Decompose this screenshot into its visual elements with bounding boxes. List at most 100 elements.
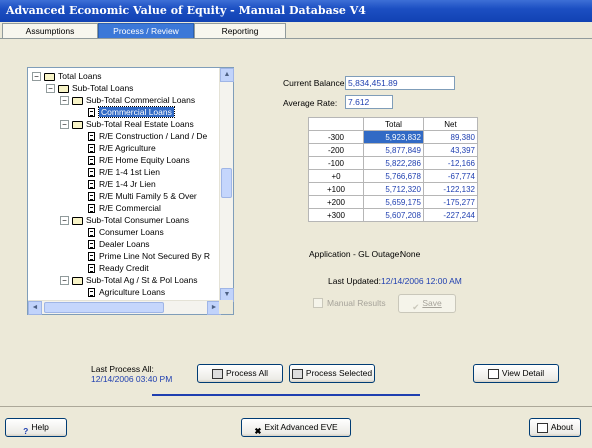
grid-row[interactable]: -100 5,822,286 -12,166: [308, 156, 479, 170]
grid-row-header[interactable]: +200: [308, 195, 364, 209]
gl-outage-label: Application - GL Outage:: [309, 249, 402, 259]
grid-row[interactable]: +300 5,607,208 -227,244: [308, 208, 479, 222]
tree-node-label: R/E 1-4 Jr Lien: [99, 179, 156, 189]
tree-node[interactable]: R/E Construction / Land / De: [88, 130, 207, 142]
process-all-button[interactable]: Process All: [197, 364, 283, 383]
window-title: Advanced Economic Value of Equity - Manu…: [0, 0, 592, 22]
grid-cell-net[interactable]: -175,277: [422, 195, 479, 209]
tree-node[interactable]: − Sub-Total Consumer Loans: [60, 214, 189, 226]
grid-row[interactable]: -200 5,877,849 43,397: [308, 143, 479, 157]
tree-node[interactable]: Agriculture Loans: [88, 286, 165, 298]
info-icon: [536, 422, 548, 433]
tree-node[interactable]: − Sub-Total Commercial Loans: [60, 94, 195, 106]
tree-node[interactable]: R/E 1-4 1st Lien: [88, 166, 160, 178]
tree-node[interactable]: R/E Multi Family 5 & Over: [88, 190, 197, 202]
grid-cell-total[interactable]: 5,659,175: [363, 195, 424, 209]
grid-row-header[interactable]: +100: [308, 182, 364, 196]
collapse-icon[interactable]: −: [60, 216, 69, 226]
collapse-icon[interactable]: −: [60, 276, 69, 286]
grid-row-header[interactable]: -100: [308, 156, 364, 170]
tree-node[interactable]: − Sub-Total Real Estate Loans: [60, 118, 194, 130]
average-rate-field[interactable]: 7.612: [345, 95, 393, 109]
grid-cell-net[interactable]: -12,166: [422, 156, 479, 170]
grid-row-header[interactable]: +0: [308, 169, 364, 183]
grid-row-header[interactable]: +300: [308, 208, 364, 222]
grid-cell-total[interactable]: 5,877,849: [363, 143, 424, 157]
grid-cell-total[interactable]: 5,923,832: [363, 130, 424, 144]
calculator-icon: [211, 368, 223, 379]
document-icon: [88, 240, 95, 250]
last-process-label: Last Process All:: [91, 364, 154, 374]
document-icon: [88, 156, 95, 166]
grid-cell-net[interactable]: -67,774: [422, 169, 479, 183]
tree-node[interactable]: Ready Credit: [88, 262, 149, 274]
tree-node[interactable]: Commercial Loans: [88, 106, 175, 118]
calculator-icon: [291, 368, 303, 379]
tree-node-label: R/E Construction / Land / De: [99, 131, 208, 141]
grid-cell-total[interactable]: 5,607,208: [363, 208, 424, 222]
about-button[interactable]: About: [529, 418, 581, 437]
loan-tree-view[interactable]: − Total Loans − Sub-Total Loans − Sub-Total C…: [27, 67, 234, 315]
tree-node-label: Commercial Loans: [98, 106, 175, 118]
grid-row[interactable]: +100 5,712,320 -122,132: [308, 182, 479, 196]
tree-horizontal-scrollbar[interactable]: ◄ ►: [28, 300, 221, 315]
tree-node[interactable]: Dealer Loans: [88, 238, 150, 250]
tree-node[interactable]: Prime Line Not Secured By R: [88, 250, 210, 262]
document-icon: [88, 132, 95, 142]
scroll-up-icon[interactable]: ▲: [220, 68, 234, 82]
exit-label: Exit Advanced EVE: [264, 422, 338, 432]
collapse-icon[interactable]: −: [46, 84, 55, 94]
grid-row[interactable]: +0 5,766,678 -67,774: [308, 169, 479, 183]
tree-node-label: Sub-Total Real Estate Loans: [86, 119, 194, 129]
collapse-icon[interactable]: −: [60, 96, 69, 106]
tree-node[interactable]: R/E Commercial: [88, 202, 161, 214]
tree-node[interactable]: R/E 1-4 Jr Lien: [88, 178, 156, 190]
document-icon: [88, 252, 95, 262]
collapse-icon[interactable]: −: [60, 120, 69, 130]
tree-node[interactable]: R/E Home Equity Loans: [88, 154, 190, 166]
vertical-scroll-thumb[interactable]: [221, 168, 232, 198]
grid-row[interactable]: -300 5,923,832 89,380: [308, 130, 479, 144]
tab-reporting[interactable]: Reporting: [194, 23, 286, 39]
grid-cell-total[interactable]: 5,712,320: [363, 182, 424, 196]
tree-vertical-scrollbar[interactable]: ▲ ▼: [219, 68, 234, 302]
rate-shock-grid[interactable]: Total Net -300 5,923,832 89,380 -200 5,877,8…: [308, 117, 479, 222]
tree-node[interactable]: − Total Loans: [32, 70, 101, 82]
scroll-corner: [219, 300, 233, 314]
grid-cell-total[interactable]: 5,822,286: [363, 156, 424, 170]
grid-cell-total[interactable]: 5,766,678: [363, 169, 424, 183]
scroll-left-icon[interactable]: ◄: [28, 301, 42, 315]
horizontal-scroll-thumb[interactable]: [44, 302, 164, 313]
grid-row-header[interactable]: -200: [308, 143, 364, 157]
exit-button[interactable]: ✖ Exit Advanced EVE: [241, 418, 351, 437]
folder-icon: [72, 276, 83, 285]
grid-cell-net[interactable]: -227,244: [422, 208, 479, 222]
process-selected-label: Process Selected: [305, 368, 373, 378]
tree-node[interactable]: Consumer Loans: [88, 226, 164, 238]
grid-row[interactable]: +200 5,659,175 -175,277: [308, 195, 479, 209]
tree-node-label: Sub-Total Commercial Loans: [86, 95, 196, 105]
tab-assumptions[interactable]: Assumptions: [2, 23, 98, 39]
folder-icon: [58, 84, 69, 93]
collapse-icon[interactable]: −: [32, 72, 41, 82]
help-button[interactable]: ? Help: [5, 418, 67, 437]
grid-cell-net[interactable]: -122,132: [422, 182, 479, 196]
view-detail-button[interactable]: View Detail: [473, 364, 559, 383]
tree-node[interactable]: − Sub-Total Ag / St & Pol Loans: [60, 274, 198, 286]
current-balance-field[interactable]: 5,834,451.89: [345, 76, 455, 90]
tree-node-label: R/E Home Equity Loans: [99, 155, 190, 165]
save-button[interactable]: ✔ Save: [398, 294, 456, 313]
folder-icon: [44, 72, 55, 81]
tree-node[interactable]: R/E Agriculture: [88, 142, 156, 154]
process-selected-button[interactable]: Process Selected: [289, 364, 375, 383]
tab-bar: Assumptions Process / Review Reporting: [0, 23, 592, 39]
manual-results-checkbox[interactable]: [313, 298, 323, 308]
tree-node[interactable]: − Sub-Total Loans: [46, 82, 133, 94]
grid-row-header[interactable]: -300: [308, 130, 364, 144]
grid-cell-net[interactable]: 43,397: [422, 143, 479, 157]
document-icon: [88, 180, 95, 190]
document-icon: [88, 228, 95, 238]
grid-cell-net[interactable]: 89,380: [422, 130, 479, 144]
help-icon: ?: [23, 425, 29, 436]
tab-process-review[interactable]: Process / Review: [98, 23, 194, 39]
